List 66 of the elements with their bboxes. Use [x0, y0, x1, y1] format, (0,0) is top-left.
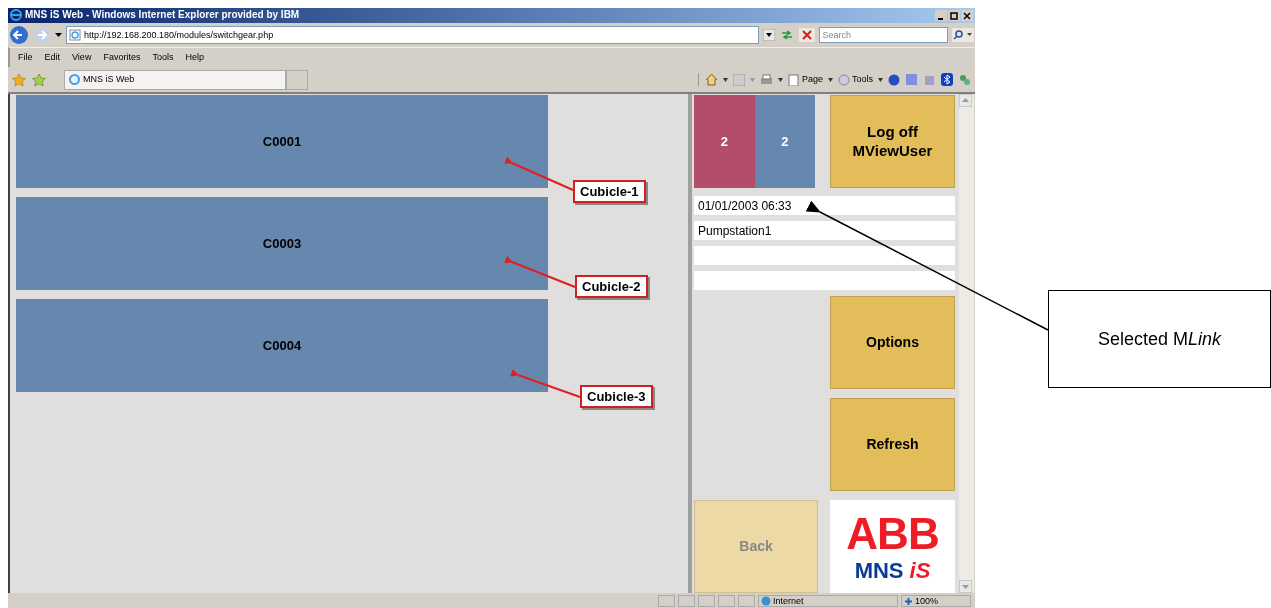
- search-field[interactable]: Search: [819, 27, 948, 44]
- scrollbar[interactable]: [959, 94, 974, 594]
- product-suffix: iS: [909, 559, 931, 582]
- status-pane: [718, 595, 735, 608]
- caret-icon[interactable]: [722, 77, 728, 82]
- page-icon: [69, 29, 81, 42]
- counter-tile: 2: [694, 95, 755, 189]
- callout-label: Cubicle-2: [575, 275, 648, 298]
- page-icon: [787, 73, 800, 86]
- browser-icon: [10, 9, 22, 22]
- address-field[interactable]: http://192.168.200.180/modules/switchgear.php: [66, 26, 760, 45]
- cubicle-button[interactable]: C0003: [16, 197, 548, 291]
- app-button[interactable]: Options: [830, 296, 955, 390]
- note-text: Selected MLink: [1097, 327, 1222, 351]
- pointer-arrow: [504, 156, 574, 191]
- browser-tab[interactable]: MNS iS Web: [64, 69, 286, 90]
- product-name: MNS: [854, 559, 904, 582]
- dropdown-icon[interactable]: [763, 29, 776, 42]
- back-icon[interactable]: [9, 25, 29, 46]
- abb-logo: ABB: [846, 511, 939, 556]
- status-pane: [658, 595, 675, 608]
- search-icon[interactable]: [952, 28, 974, 43]
- counter-tile: 2: [754, 95, 815, 189]
- menu-item[interactable]: File: [18, 50, 33, 65]
- browser-icon: [69, 74, 80, 85]
- status-pane: [698, 595, 715, 608]
- callout-label: Cubicle-1: [573, 180, 646, 203]
- tools-menu[interactable]: Tools: [838, 72, 873, 87]
- star-icon[interactable]: [12, 72, 26, 87]
- pointer-arrow: [510, 368, 581, 398]
- bluetooth-icon[interactable]: [941, 73, 953, 86]
- menu-item[interactable]: Help: [185, 50, 204, 65]
- zoom-control[interactable]: 100%: [901, 595, 971, 608]
- cubicle-button[interactable]: C0004: [16, 299, 548, 393]
- page-menu[interactable]: Page: [787, 72, 823, 87]
- maximize-icon[interactable]: [948, 9, 960, 21]
- print-icon[interactable]: [759, 73, 773, 86]
- scroll-up-icon[interactable]: [959, 94, 974, 108]
- add-favorite-icon[interactable]: [32, 72, 46, 87]
- close-icon[interactable]: [961, 9, 973, 21]
- caret-icon[interactable]: [777, 77, 783, 82]
- zone-label: Internet: [773, 595, 804, 607]
- info-field: 01/01/2003 06:33: [694, 196, 955, 216]
- scroll-down-icon[interactable]: [959, 580, 974, 594]
- menu-item[interactable]: View: [72, 50, 92, 65]
- caret-icon[interactable]: [878, 77, 883, 82]
- menu-item[interactable]: Tools: [152, 50, 174, 65]
- globe-icon: [761, 596, 771, 607]
- zoom-icon: [904, 596, 913, 606]
- address-text: http://192.168.200.180/modules/switchgear.php: [84, 28, 274, 42]
- callout-label: Cubicle-3: [580, 385, 653, 408]
- window-title: MNS iS Web - Windows Internet Explorer provided by IBM: [25, 10, 300, 21]
- caret-icon[interactable]: [55, 32, 62, 38]
- app-button[interactable]: Refresh: [830, 398, 955, 492]
- menu-item[interactable]: Favorites: [103, 50, 141, 65]
- info-field: Pumpstation1: [694, 221, 955, 241]
- status-pane: [738, 595, 755, 608]
- stop-icon[interactable]: [799, 28, 816, 43]
- menu-item[interactable]: Edit: [44, 50, 61, 65]
- logoff-button[interactable]: Log off MViewUser: [830, 95, 955, 189]
- status-pane: [678, 595, 695, 608]
- minimize-icon[interactable]: [935, 9, 947, 21]
- messenger-icon[interactable]: [958, 73, 971, 86]
- pointer-arrow: [504, 255, 576, 288]
- cubicle-button[interactable]: C0001: [16, 95, 548, 189]
- caret-icon[interactable]: [828, 77, 833, 82]
